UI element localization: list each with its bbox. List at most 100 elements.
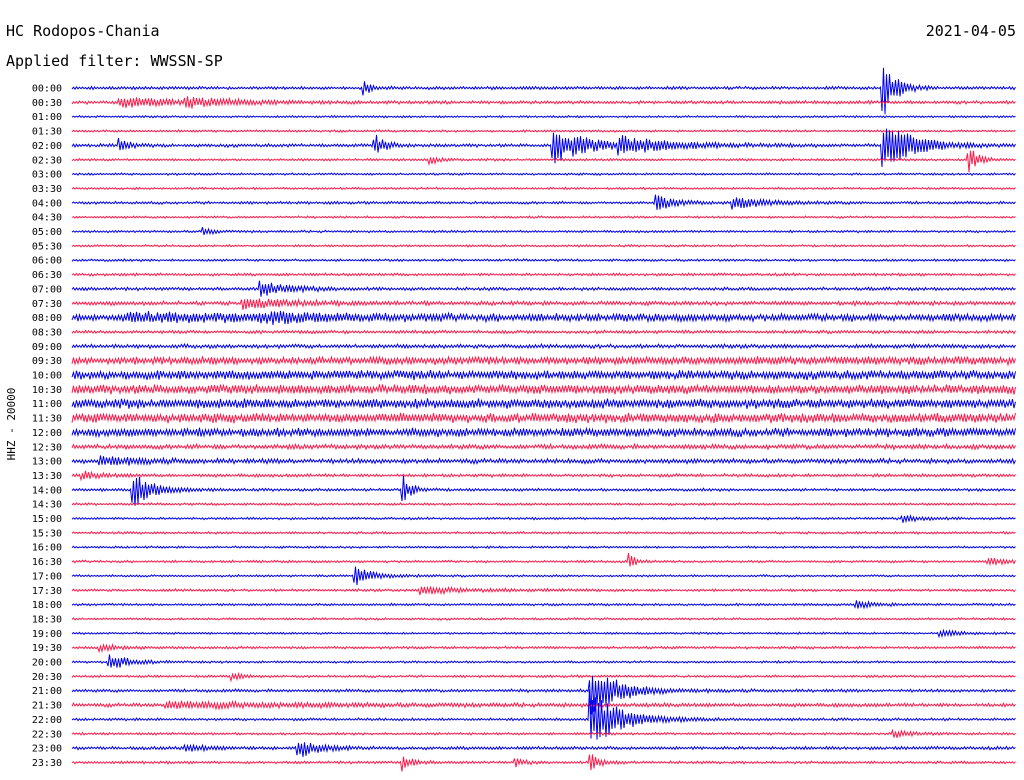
seismic-trace-2100 <box>71 675 1016 715</box>
tick-label: 11:30 <box>32 414 62 425</box>
tick-label: 00:00 <box>32 84 62 95</box>
seismic-trace-0830 <box>71 329 1016 335</box>
tick-label: 05:00 <box>32 227 62 238</box>
tick-label: 23:00 <box>32 744 62 755</box>
tick-label: 22:30 <box>32 729 62 740</box>
seismic-trace-0930 <box>71 355 1016 367</box>
seismic-trace-1030 <box>71 383 1016 396</box>
seismogram-chart: HC Rodopos-Chania 2021-04-05 Applied fil… <box>5 22 1016 772</box>
seismic-trace-0430 <box>71 215 1016 220</box>
seismic-trace-0230 <box>71 150 1016 173</box>
seismic-trace-1130 <box>71 412 1016 424</box>
tick-label: 20:00 <box>32 658 62 669</box>
tick-label: 12:30 <box>32 442 62 453</box>
tick-label: 11:00 <box>32 399 62 410</box>
seismic-trace-0500 <box>71 227 1016 236</box>
tick-label: 04:30 <box>32 213 62 224</box>
tick-label: 12:00 <box>32 428 62 439</box>
seismic-trace-2330 <box>71 754 1016 772</box>
tick-label: 21:30 <box>32 701 62 712</box>
tick-label: 13:30 <box>32 471 62 482</box>
tick-label: 19:30 <box>32 643 62 654</box>
tick-label: 13:00 <box>32 457 62 468</box>
seismic-trace-1830 <box>71 617 1016 621</box>
tick-label: 06:30 <box>32 270 62 281</box>
tick-label: 19:00 <box>32 629 62 640</box>
tick-label-group: 00:00 00:30 01:00 01:30 02:00 02:30 03:00 03:30… <box>32 84 62 769</box>
seismic-trace-1900 <box>71 628 1016 639</box>
tick-label: 08:00 <box>32 313 62 324</box>
tick-label: 17:30 <box>32 586 62 597</box>
seismic-trace-2230 <box>71 728 1016 739</box>
seismic-trace-0200 <box>71 128 1016 168</box>
seismic-trace-0130 <box>71 129 1016 134</box>
seismic-trace-1400 <box>71 475 1016 506</box>
tick-label: 07:30 <box>32 299 62 310</box>
seismic-trace-1500 <box>71 513 1016 524</box>
tick-label: 07:00 <box>32 284 62 295</box>
seismic-trace-1930 <box>71 642 1016 654</box>
tick-label: 03:30 <box>32 184 62 195</box>
seismic-trace-1300 <box>71 455 1016 466</box>
tick-label: 03:00 <box>32 170 62 181</box>
seismic-trace-1800 <box>71 599 1016 610</box>
seismic-trace-1000 <box>71 369 1016 382</box>
tick-label: 23:30 <box>32 758 62 769</box>
tick-label: 10:30 <box>32 385 62 396</box>
seismic-trace-0800 <box>71 310 1016 326</box>
tick-label: 18:00 <box>32 600 62 611</box>
seismic-trace-0600 <box>71 257 1016 263</box>
seismic-trace-1630 <box>71 553 1016 567</box>
seismic-trace-0030 <box>71 96 1016 109</box>
seismic-trace-0730 <box>71 297 1016 310</box>
seismic-trace-2130 <box>71 699 1016 711</box>
seismic-trace-0900 <box>71 342 1016 350</box>
tick-label: 02:30 <box>32 155 62 166</box>
date-label: 2021-04-05 <box>926 22 1016 40</box>
tick-label: 00:30 <box>32 98 62 109</box>
tick-label: 08:30 <box>32 327 62 338</box>
tick-label: 14:30 <box>32 500 62 511</box>
seismic-trace-1600 <box>71 545 1016 550</box>
station-title: HC Rodopos-Chania <box>6 22 160 40</box>
tick-label: 16:00 <box>32 543 62 554</box>
seismic-trace-0530 <box>71 243 1016 248</box>
seismic-trace-2000 <box>71 654 1016 668</box>
seismic-trace-1530 <box>71 530 1016 535</box>
tick-label: 04:00 <box>32 198 62 209</box>
y-axis-label: HHZ - 20000 <box>5 388 18 461</box>
tick-label: 01:30 <box>32 127 62 138</box>
seismic-trace-0400 <box>71 194 1016 210</box>
tick-label: 17:00 <box>32 571 62 582</box>
tick-label: 16:30 <box>32 557 62 568</box>
tick-label: 10:00 <box>32 371 62 382</box>
tick-label: 14:00 <box>32 485 62 496</box>
seismic-trace-1730 <box>71 585 1016 596</box>
seismic-trace-0100 <box>71 114 1016 119</box>
trace-group <box>71 67 1016 772</box>
seismic-trace-2200 <box>71 689 1016 740</box>
seismic-trace-0700 <box>71 280 1016 297</box>
tick-label: 22:00 <box>32 715 62 726</box>
tick-label: 21:00 <box>32 686 62 697</box>
tick-label: 06:00 <box>32 256 62 267</box>
tick-label: 15:00 <box>32 514 62 525</box>
seismic-trace-1200 <box>71 426 1016 439</box>
seismic-trace-1100 <box>71 397 1016 410</box>
seismic-trace-1230 <box>71 442 1016 451</box>
tick-label: 01:00 <box>32 112 62 123</box>
seismic-trace-0000 <box>71 67 1016 115</box>
seismic-trace-1330 <box>71 470 1016 482</box>
seismic-trace-1700 <box>71 566 1016 586</box>
tick-label: 02:00 <box>32 141 62 152</box>
tick-label: 20:30 <box>32 672 62 683</box>
seismic-trace-0300 <box>71 172 1016 177</box>
seismic-trace-2030 <box>71 671 1016 683</box>
tick-label: 18:30 <box>32 614 62 625</box>
tick-label: 09:30 <box>32 356 62 367</box>
tick-label: 15:30 <box>32 528 62 539</box>
seismic-trace-1430 <box>71 502 1016 507</box>
tick-label: 09:00 <box>32 342 62 353</box>
seismic-trace-2300 <box>71 742 1016 758</box>
tick-label: 05:30 <box>32 241 62 252</box>
